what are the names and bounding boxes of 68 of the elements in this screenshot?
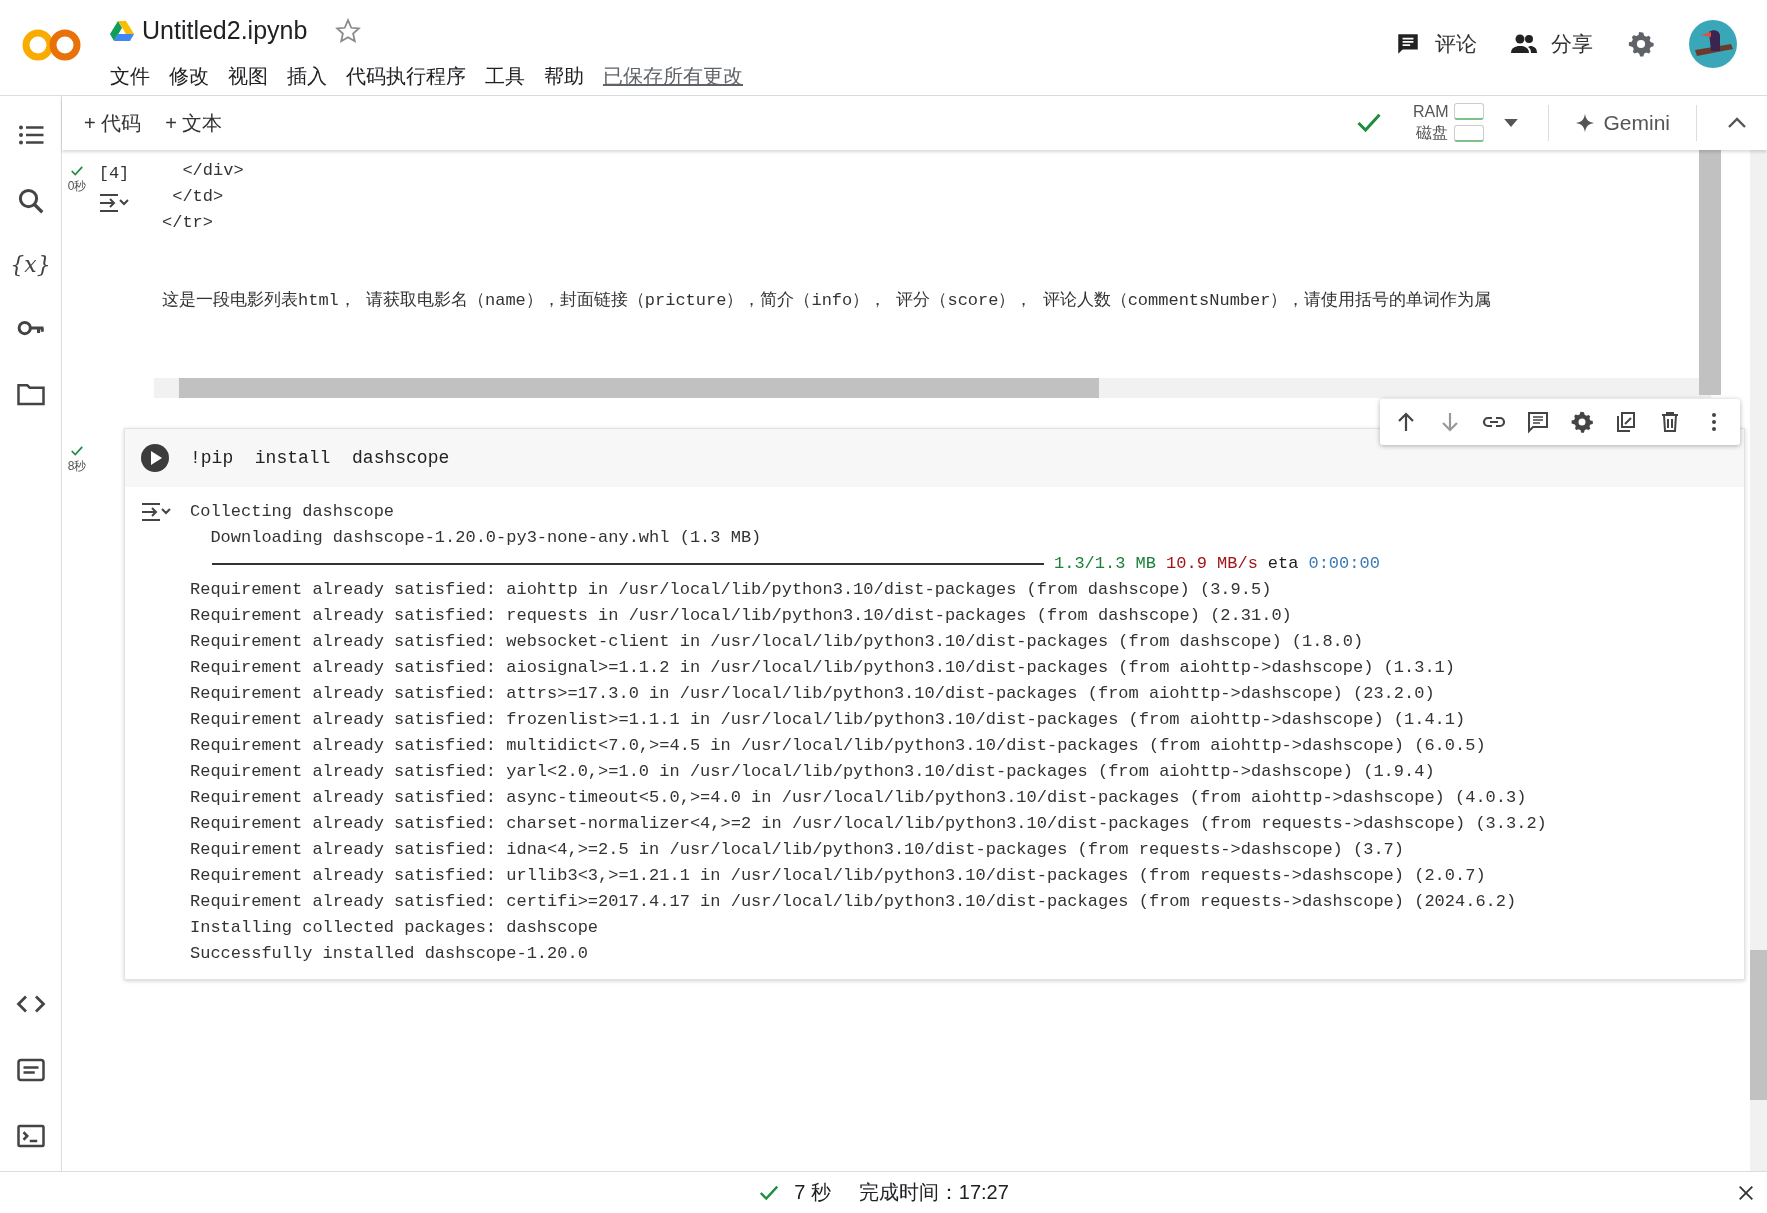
mirror-cell-icon[interactable] <box>1614 410 1638 434</box>
add-text-button[interactable]: + 文本 <box>165 103 223 143</box>
settings-icon[interactable] <box>1570 410 1594 434</box>
output-line: Installing collected packages: dashscope <box>190 918 599 937</box>
progress-stat: 1.3/1.3 MB <box>1054 553 1157 575</box>
resource-label: RAM <box>1412 102 1449 121</box>
output-line: Requirement already satisfied: aiohttp in /usr/local/lib/python3.10/dist-packages (from dashscope) (3.9.5) <box>190 580 1272 599</box>
horizontal-scrollbar[interactable] <box>154 378 1711 398</box>
menu-item[interactable]: 帮助 <box>544 63 584 90</box>
output-text: 这是一段电影列表html， 请获取电影名（name），封面链接（pricture），简介（info）， 评分（score）， 评论人数（commentsNumber），请使用括号的单词作为属 <box>162 291 1492 310</box>
output-line: </div> <box>181 161 244 180</box>
output-line: Requirement already satisfied: async-timeout<5.0,>=4.0 in /usr/local/lib/python3.10/dist-packages (from aiohttp->dashscope) (4.0.3) <box>190 788 1527 807</box>
drive-icon <box>110 19 134 42</box>
output-line: Downloading dashscope-1.20.0-py3-none-any.whl (1.3 MB) <box>209 528 762 547</box>
page-scrollbar[interactable] <box>1750 150 1767 1171</box>
dropdown-icon[interactable] <box>1504 118 1519 128</box>
variables-button[interactable]: {x} <box>10 252 51 277</box>
close-icon[interactable] <box>1737 1183 1755 1202</box>
output-line: Requirement already satisfied: aiosignal>=1.1.2 in /usr/local/lib/python3.10/dist-packages (from aiohttp->dashscope) (1.3.1) <box>190 658 1455 677</box>
output-line: Requirement already satisfied: multidict<7.0,>=4.5 in /usr/local/lib/python3.10/dist-packages (from aiohttp->dashscope) (6.0.5) <box>190 736 1486 755</box>
star-icon[interactable] <box>335 17 362 44</box>
output-line: Requirement already satisfied: attrs>=17.3.0 in /usr/local/lib/python3.10/dist-packages (from aiohttp->dashscope) (23.2.0) <box>190 684 1435 703</box>
code-line[interactable]: !pip install dashscope <box>190 448 450 468</box>
gemini-button[interactable]: Gemini <box>1575 105 1670 141</box>
menu-item[interactable]: 文件 <box>110 63 150 90</box>
progress-stat: eta <box>1267 553 1299 575</box>
output-line: Requirement already satisfied: urllib3<3,>=1.21.1 in /usr/local/lib/python3.10/dist-packages (from requests->dashscope) (2.0.7) <box>190 866 1486 885</box>
avatar[interactable] <box>1689 20 1737 68</box>
menu-item[interactable]: 插入 <box>287 63 327 90</box>
check-icon <box>69 444 85 458</box>
share-button[interactable]: 分享 <box>1511 24 1593 64</box>
progress-stat: 10.9 MB/s <box>1166 553 1258 575</box>
execution-count: [4] <box>98 164 130 183</box>
add-code-button[interactable]: + 代码 <box>84 103 142 143</box>
vertical-scrollbar[interactable] <box>1699 150 1721 395</box>
output-line: </tr> <box>162 213 213 232</box>
progress-stat: 0:00:00 <box>1308 553 1380 575</box>
output-line: Requirement already satisfied: certifi>=2017.4.17 in /usr/local/lib/python3.10/dist-packages (from requests->dashscope) (2024.6.2) <box>190 892 1517 911</box>
run-duration: 8秒 <box>67 458 87 475</box>
settings-icon[interactable] <box>1627 30 1655 58</box>
output-line: Requirement already satisfied: yarl<2.0,>=1.0 in /usr/local/lib/python3.10/dist-packages (from aiohttp->dashscope) (1.9.4) <box>190 762 1435 781</box>
menu-item[interactable]: 视图 <box>228 63 268 90</box>
collapse-icon[interactable] <box>1727 117 1747 129</box>
output-toggle-icon[interactable] <box>98 191 130 215</box>
run-duration: 7 秒 <box>794 1180 831 1205</box>
output-line: Successfully installed dashscope-1.20.0 <box>190 944 588 963</box>
output-line: Requirement already satisfied: requests in /usr/local/lib/python3.10/dist-packages (from dashscope) (2.31.0) <box>190 606 1292 625</box>
notebook-title[interactable]: Untitled2.ipynb <box>142 16 308 45</box>
comment-button[interactable]: 评论 <box>1395 24 1477 64</box>
output-line: Collecting dashscope <box>190 502 395 521</box>
output-line: Requirement already satisfied: charset-normalizer<4,>=2 in /usr/local/lib/python3.10/dist-packages (from requests->dashscope) (3.3.2) <box>190 814 1547 833</box>
output-line: Requirement already satisfied: websocket-client in /usr/local/lib/python3.10/dist-packages (from dashscope) (1.8.0) <box>190 632 1364 651</box>
resource-meter <box>1454 124 1485 142</box>
menu-item[interactable]: 代码执行程序 <box>346 63 466 90</box>
resource-label: 磁盘 <box>1416 122 1449 143</box>
output-line: Requirement already satisfied: idna<4,>=2.5 in /usr/local/lib/python3.10/dist-packages (from requests->dashscope) (3.7) <box>190 840 1404 859</box>
menu-item[interactable]: 工具 <box>485 63 525 90</box>
output-toggle-icon[interactable] <box>140 500 172 524</box>
run-button[interactable] <box>140 443 170 473</box>
comment-icon[interactable] <box>1526 410 1550 434</box>
check-icon <box>69 164 85 178</box>
save-status-link[interactable]: 已保存所有更改 <box>603 63 743 90</box>
resource-meter <box>1454 103 1485 120</box>
finish-time: 完成时间：17:27 <box>858 1180 1009 1205</box>
output-line: </td> <box>171 187 224 206</box>
run-duration: 0秒 <box>67 178 87 195</box>
menu-item[interactable]: 修改 <box>169 63 209 90</box>
output-line: Requirement already satisfied: frozenlist>=1.1.1 in /usr/local/lib/python3.10/dist-packages (from aiohttp->dashscope) (1.4.1) <box>190 710 1466 729</box>
